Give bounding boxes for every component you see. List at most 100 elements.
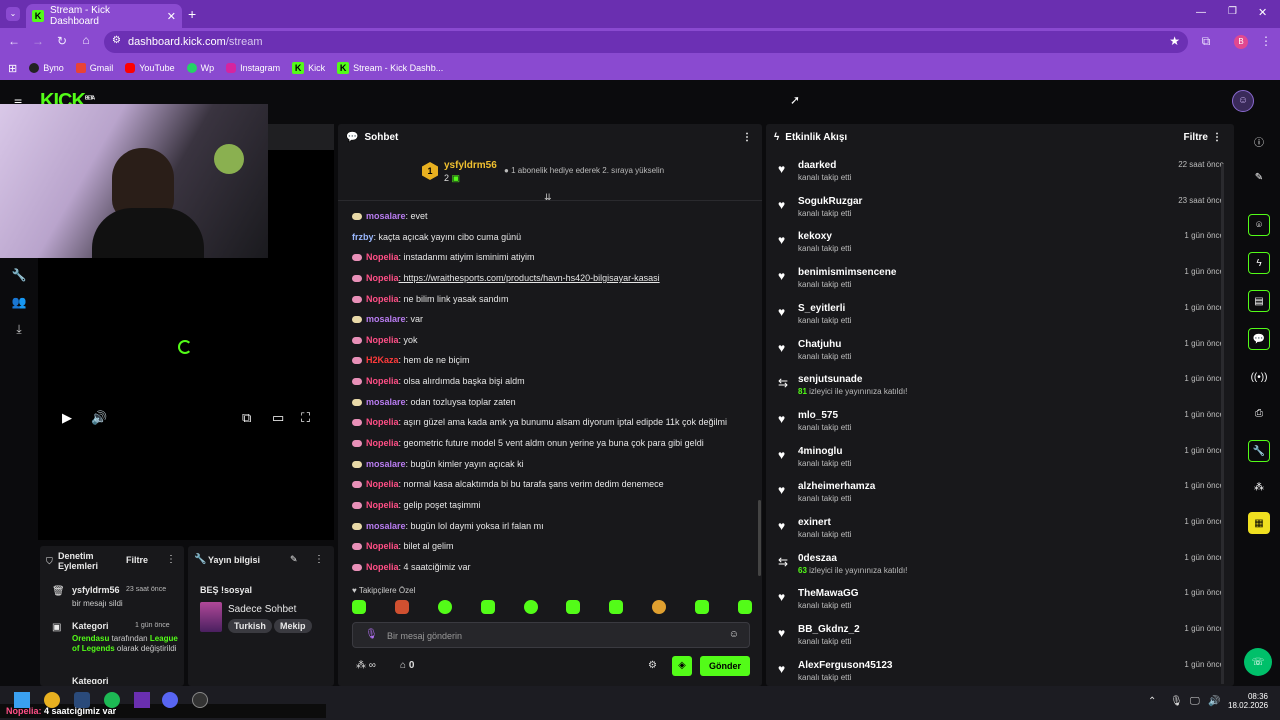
emote-icon[interactable] <box>695 600 709 614</box>
chat-collapse-icon[interactable]: ⇊ <box>544 192 552 203</box>
chat-scrollbar[interactable] <box>758 500 761 576</box>
broadcast-icon[interactable]: ((•)) <box>1248 366 1270 388</box>
printer-icon[interactable]: ⎙ <box>1248 402 1270 424</box>
windows-start-icon[interactable] <box>14 692 30 708</box>
emote-icon[interactable] <box>352 600 366 614</box>
bookmark-kick[interactable]: K Kick <box>292 62 325 74</box>
speaker-icon[interactable]: 🔊 <box>1208 696 1220 707</box>
activity-username[interactable]: alzheimerhamza <box>798 481 875 492</box>
activity-menu-icon[interactable]: ⋮ <box>1212 132 1222 143</box>
clip-icon[interactable]: ⌾ <box>1248 214 1270 236</box>
home-icon[interactable]: ⌂ <box>76 33 96 47</box>
activity-username[interactable]: S_eyitlerli <box>798 303 845 314</box>
theater-mode-icon[interactable]: ▭ <box>272 410 284 426</box>
profile-avatar[interactable]: B <box>1234 35 1248 49</box>
chat-menu-icon[interactable]: ⋮ <box>742 132 752 143</box>
activity-username[interactable]: 0deszaa <box>798 553 837 564</box>
play-icon[interactable]: ▶ <box>62 410 72 426</box>
spotify-icon[interactable] <box>104 692 120 708</box>
chrome-icon[interactable] <box>44 692 60 708</box>
support-headset-icon[interactable]: ☏ <box>1244 648 1272 676</box>
user-avatar[interactable]: ☺ <box>1232 90 1254 112</box>
bookmark-byno[interactable]: Byno <box>29 63 64 73</box>
browser-tab-active[interactable]: K Stream - Kick Dashboard ✕ <box>26 4 182 28</box>
emote-icon[interactable] <box>480 600 495 614</box>
steam-icon[interactable] <box>74 692 90 708</box>
emoji-icon[interactable]: ☺ <box>729 629 739 640</box>
emote-icon[interactable] <box>394 600 409 614</box>
activity-username[interactable]: AlexFerguson45123 <box>798 660 893 671</box>
info-icon[interactable]: ⓘ <box>1248 130 1270 152</box>
chrome-menu-icon[interactable]: ⋮ <box>1256 34 1276 48</box>
activity-username[interactable]: benimismimsencene <box>798 267 896 278</box>
tray-chevron-icon[interactable]: ⌃ <box>1148 696 1156 707</box>
url-bar[interactable]: ⚙ dashboard.kick.com/stream ★ <box>104 31 1188 53</box>
bookmark-wp[interactable]: Wp <box>186 63 214 73</box>
chat-settings-icon[interactable]: ⚙ <box>648 660 657 671</box>
minimize-icon[interactable]: — <box>1196 7 1206 18</box>
moderation-menu-icon[interactable]: ⋮ <box>166 554 176 565</box>
emote-icon[interactable] <box>566 600 581 614</box>
chat-bubble-icon[interactable]: 💬 <box>1248 328 1270 350</box>
microphone-icon[interactable]: 🎙 <box>365 629 378 640</box>
mod-item-user[interactable]: ysfyldrm56 <box>72 585 120 595</box>
users-icon[interactable]: 👥 <box>10 295 28 313</box>
bookmark-instagram[interactable]: Instagram <box>226 63 280 73</box>
activity-filter-button[interactable]: Filtre <box>1184 132 1208 143</box>
emote-icon[interactable] <box>523 600 538 614</box>
wrench-icon[interactable]: 🔧 <box>10 268 28 286</box>
bolt-icon[interactable]: ϟ <box>1248 252 1270 274</box>
activity-username[interactable]: exinert <box>798 517 831 528</box>
restore-icon[interactable]: ❐ <box>1228 6 1237 17</box>
edit-pencil-icon[interactable]: ✎ <box>1248 166 1270 188</box>
send-button[interactable]: Gönder <box>700 656 750 676</box>
clock[interactable]: 08:36 18.02.2026 <box>1228 692 1268 710</box>
chat-input[interactable]: 🎙 Bir mesaj gönderin ☺ <box>352 622 750 648</box>
activity-username[interactable]: BB_Gkdnz_2 <box>798 624 860 635</box>
discord-icon[interactable] <box>162 692 178 708</box>
edit-pencil-icon[interactable]: ✎ <box>290 554 298 565</box>
extensions-icon[interactable]: ⧉ <box>1196 34 1216 49</box>
clapper-icon[interactable]: ▦ <box>1248 512 1270 534</box>
bookmark-star-icon[interactable]: ★ <box>1169 34 1180 48</box>
activity-username[interactable]: 4minoglu <box>798 446 842 457</box>
download-icon[interactable]: ⤓ <box>10 322 28 340</box>
vpn-icon[interactable] <box>134 692 150 708</box>
chat-link[interactable]: : https://wraithesports.com/products/hav… <box>399 273 660 283</box>
obs-icon[interactable] <box>192 692 208 708</box>
tab-close-icon[interactable]: ✕ <box>167 10 176 23</box>
tag-pill[interactable]: Mekip <box>274 619 312 633</box>
picture-in-picture-icon[interactable]: ⧉ <box>242 410 251 426</box>
site-info-icon[interactable]: ⚙ <box>112 35 121 46</box>
activity-username[interactable]: SogukRuzgar <box>798 196 862 207</box>
activity-scrollbar[interactable] <box>1221 164 1224 684</box>
emote-icon[interactable] <box>609 600 624 614</box>
kick-bot-icon[interactable]: ◈ <box>672 656 692 676</box>
activity-username[interactable]: mlo_575 <box>798 410 838 421</box>
tab-search-icon[interactable]: ⌄ <box>6 7 20 21</box>
activity-username[interactable]: TheMawaGG <box>798 588 859 599</box>
bookmark-youtube[interactable]: YouTube <box>125 63 175 73</box>
emote-icon[interactable] <box>737 600 752 614</box>
new-tab-icon[interactable]: + <box>188 6 196 22</box>
activity-username[interactable]: daarked <box>798 160 836 171</box>
window-close-icon[interactable]: ✕ <box>1258 6 1267 19</box>
microphone-icon[interactable]: 🎙 <box>1170 696 1183 707</box>
activity-username[interactable]: senjutsunade <box>798 374 862 385</box>
wrench-icon[interactable]: 🔧 <box>1248 440 1270 462</box>
stream-category[interactable]: Sadece Sohbet <box>228 604 296 615</box>
back-icon[interactable]: ← <box>4 34 24 48</box>
forward-icon[interactable]: → <box>28 34 48 48</box>
bookmark-gmail[interactable]: Gmail <box>75 63 113 73</box>
network-icon[interactable]: 🖵 <box>1190 696 1200 707</box>
tag-pill[interactable]: Turkish <box>228 619 272 633</box>
moderation-filter-button[interactable]: Filtre <box>126 555 148 565</box>
bookmark-stream-dashboard[interactable]: K Stream - Kick Dashb... <box>337 62 443 74</box>
reload-icon[interactable]: ↻ <box>52 34 72 48</box>
emote-icon[interactable] <box>437 600 452 614</box>
stream-info-menu-icon[interactable]: ⋮ <box>314 554 324 565</box>
emote-icon[interactable] <box>652 600 667 614</box>
fullscreen-icon[interactable]: ⛶ <box>301 410 310 426</box>
volume-icon[interactable]: 🔊 <box>91 410 107 426</box>
activity-username[interactable]: kekoxy <box>798 231 832 242</box>
